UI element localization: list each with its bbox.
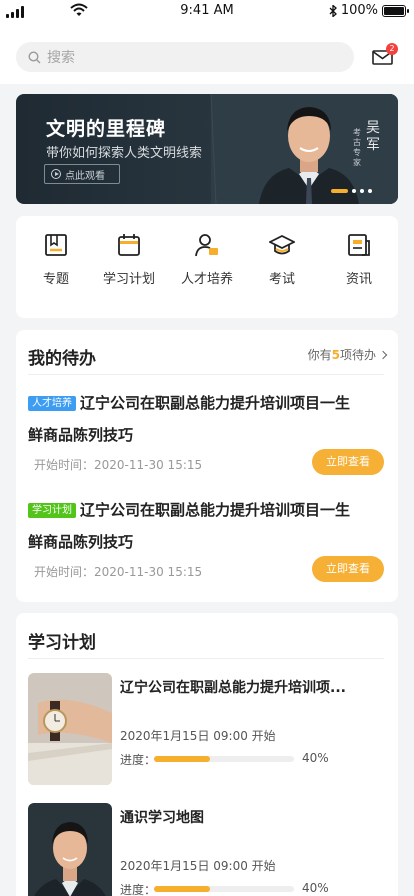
expert-title: 考古专家 [353, 128, 361, 167]
progress-bar [154, 886, 294, 892]
watch-button[interactable]: 点此观看 [44, 164, 120, 184]
banner-subtitle: 带你如何探索人类文明线索 [46, 146, 203, 161]
expert-name: 吴军 [366, 120, 380, 153]
todo-item-title: 辽宁公司在职副总能力提升培训项目一生鲜商品陈列技巧 [28, 394, 351, 444]
carousel-indicator[interactable] [331, 189, 372, 193]
menu-label: 学习计划 [102, 272, 155, 287]
todo-count: 5 [331, 347, 340, 362]
battery-icon [382, 4, 409, 17]
progress-label: 进度： [120, 753, 157, 767]
menu-item-talent[interactable]: 人才培养 [172, 232, 242, 287]
watch-label: 点此观看 [65, 170, 105, 182]
plan-item[interactable]: 通识学习地图 2020年1月15日 09:00 开始 进度： 40% [28, 803, 388, 896]
expert-thumbnail [28, 803, 112, 896]
progress-bar [154, 756, 294, 762]
study-plan-card: 学习计划 辽宁公司在职副总能力提升培训项... 2020年1月15日 09:00… [16, 613, 398, 896]
menu-item-study-plan[interactable]: 学习计划 [94, 232, 164, 287]
plan-item-title: 通识学习地图 [120, 810, 204, 826]
plan-item[interactable]: 辽宁公司在职副总能力提升培训项... 2020年1月15日 09:00 开始 进… [28, 673, 388, 785]
menu-label: 人才培养 [180, 272, 233, 287]
exam-cap-icon [269, 234, 295, 255]
search-placeholder: 搜索 [47, 50, 75, 66]
search-input[interactable]: 搜索 [16, 42, 354, 72]
plan-item-date: 2020年1月15日 09:00 开始 [120, 859, 276, 873]
todo-title: 我的待办 [28, 349, 96, 369]
tag-badge: 学习计划 [28, 503, 76, 518]
plan-item-title: 辽宁公司在职副总能力提升培训项... [120, 680, 346, 696]
todo-item-title: 辽宁公司在职副总能力提升培训项目一生鲜商品陈列技巧 [28, 501, 351, 551]
bluetooth-icon [329, 4, 337, 17]
progress-fill [154, 886, 210, 892]
banner[interactable]: 文明的里程碑 带你如何探索人类文明线索 点此观看 考古专家 吴军 [16, 94, 398, 204]
battery-text: 100% [340, 3, 378, 18]
todo-item[interactable]: 人才培养 辽宁公司在职副总能力提升培训项目一生鲜商品陈列技巧 开始时间：2020-… [28, 387, 386, 487]
talent-icon [195, 234, 218, 257]
calendar-icon [118, 234, 140, 256]
banner-title: 文明的里程碑 [46, 118, 167, 140]
menu-item-exam[interactable]: 考试 [247, 232, 317, 287]
expert-portrait [259, 107, 359, 204]
progress-fill [154, 756, 210, 762]
plan-item-date: 2020年1月15日 09:00 开始 [120, 729, 276, 743]
tag-badge: 人才培养 [28, 396, 76, 411]
menu-item-topic[interactable]: 专题 [21, 232, 91, 287]
menu-label: 资讯 [345, 272, 372, 287]
topic-icon [45, 234, 67, 256]
menu-item-news[interactable]: 资讯 [324, 232, 394, 287]
menu-label: 考试 [268, 272, 295, 287]
todo-item[interactable]: 学习计划 辽宁公司在职副总能力提升培训项目一生鲜商品陈列技巧 开始时间：2020-… [28, 494, 386, 594]
todo-item-time: 开始时间：2020-11-30 15:15 [34, 565, 203, 579]
play-icon [51, 169, 61, 179]
todo-count-link[interactable]: 你有 5 项待办 [308, 346, 388, 363]
quick-menu: 专题 学习计划 人才培养 考试 资讯 [16, 216, 398, 318]
search-icon [28, 50, 41, 63]
progress-percent: 40% [302, 751, 329, 765]
todo-item-time: 开始时间：2020-11-30 15:15 [34, 458, 203, 472]
view-now-button[interactable]: 立即查看 [312, 556, 384, 582]
progress-label: 进度： [120, 883, 157, 896]
watch-thumbnail [28, 673, 112, 785]
view-now-button[interactable]: 立即查看 [312, 449, 384, 475]
status-bar: 9:41 AM 100% [0, 0, 414, 24]
header: 搜索 2 [0, 24, 414, 84]
menu-label: 专题 [42, 272, 69, 287]
chevron-right-icon [378, 350, 388, 359]
notification-badge: 2 [386, 43, 398, 55]
news-icon [348, 234, 370, 256]
divider [28, 658, 384, 659]
todo-card: 我的待办 你有 5 项待办 人才培养 辽宁公司在职副总能力提升培训项目一生鲜商品陈列技… [16, 330, 398, 602]
divider [28, 374, 384, 375]
progress-percent: 40% [302, 881, 329, 895]
plan-title: 学习计划 [28, 633, 96, 653]
